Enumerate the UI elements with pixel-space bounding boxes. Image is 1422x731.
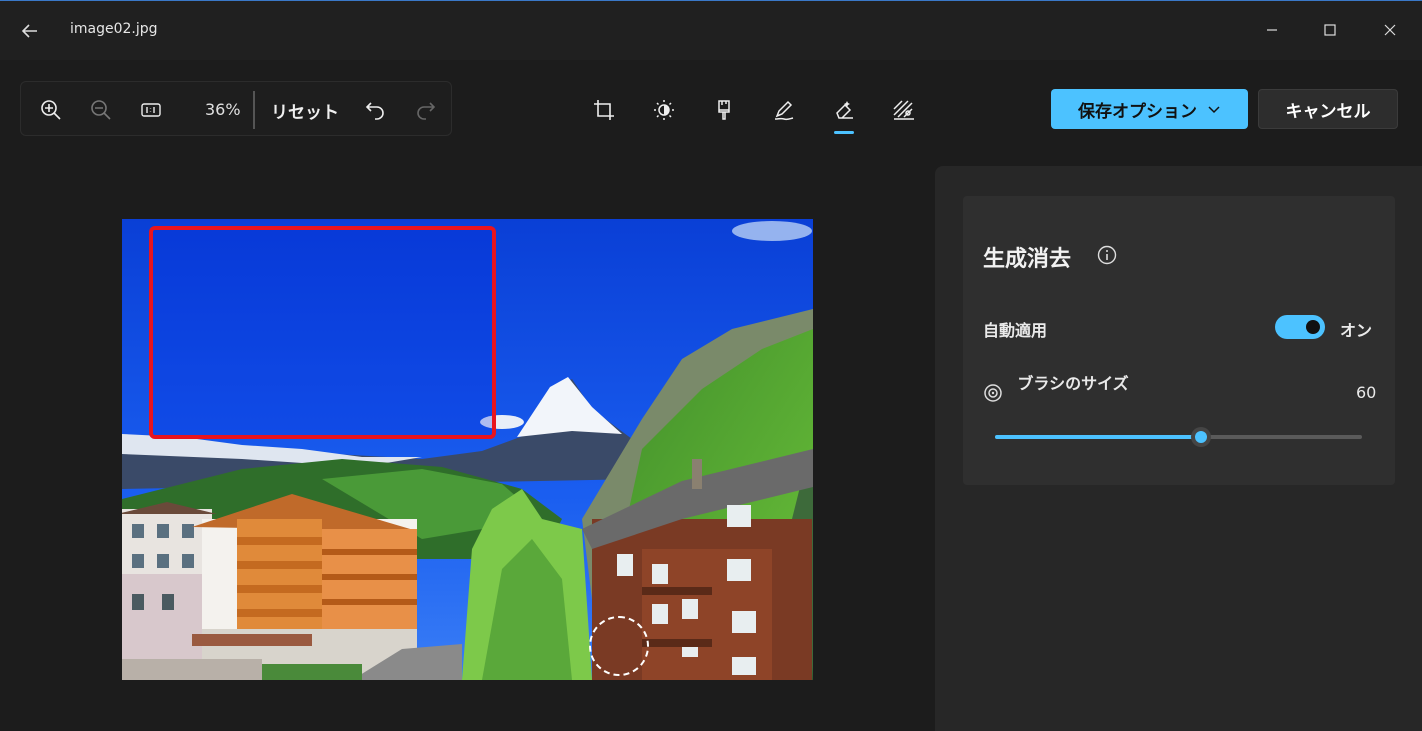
title-bar: image02.jpg (0, 0, 1422, 60)
auto-apply-state: オン (1340, 321, 1373, 340)
close-button[interactable] (1375, 15, 1405, 45)
markup-icon (774, 100, 794, 121)
brush-size-value: 60 (1356, 383, 1377, 402)
crop-icon (594, 100, 614, 120)
markup-tool[interactable] (768, 94, 800, 126)
save-options-button[interactable]: 保存オプション (1051, 89, 1248, 129)
auto-apply-toggle[interactable] (1275, 315, 1325, 339)
crop-tool[interactable] (588, 94, 620, 126)
chevron-down-icon (1208, 106, 1220, 114)
toolbar-divider (253, 91, 255, 129)
actual-size-icon (141, 103, 161, 117)
zoom-in-icon (41, 100, 61, 120)
brush-cursor (589, 616, 649, 676)
back-arrow-icon (21, 24, 37, 38)
brightness-icon (654, 100, 674, 120)
active-tool-indicator (834, 131, 854, 134)
background-icon (893, 100, 914, 120)
minimize-button[interactable] (1257, 15, 1287, 45)
target-icon (984, 384, 1002, 402)
save-options-label: 保存オプション (1078, 101, 1197, 122)
background-tool[interactable] (888, 94, 920, 126)
brush-size-slider[interactable] (995, 427, 1362, 447)
back-button[interactable] (16, 17, 44, 45)
undo-button[interactable] (361, 95, 391, 125)
brush-size-label: ブラシのサイズ (1017, 374, 1129, 393)
slider-fill (995, 435, 1201, 439)
redo-icon (417, 102, 436, 120)
view-toolbar: 36% リセット (20, 81, 452, 136)
slider-thumb[interactable] (1190, 427, 1211, 447)
minimize-icon (1267, 29, 1277, 31)
window-title: image02.jpg (70, 21, 158, 37)
zoom-level: 36% (205, 100, 241, 119)
generative-erase-card: 生成消去 自動適用 オン ブラシのサイズ 60 (963, 196, 1395, 485)
auto-apply-label: 自動適用 (983, 321, 1048, 340)
panel-title: 生成消去 (983, 247, 1072, 272)
erase-icon (836, 101, 853, 119)
redo-button[interactable] (410, 95, 440, 125)
maximize-button[interactable] (1315, 15, 1345, 45)
filter-tool[interactable] (708, 94, 740, 126)
undo-icon (365, 102, 384, 120)
toggle-knob (1306, 320, 1320, 334)
zoom-out-icon (91, 100, 111, 120)
zoom-in-button[interactable] (36, 95, 66, 125)
cancel-button[interactable]: キャンセル (1258, 89, 1398, 129)
generative-erase-tool[interactable] (828, 94, 860, 126)
reset-button[interactable]: リセット (271, 98, 339, 123)
zoom-out-button[interactable] (86, 95, 116, 125)
brush-icon (718, 100, 730, 120)
close-icon (1384, 24, 1396, 36)
erase-selection-area[interactable] (149, 226, 496, 439)
info-icon[interactable] (1096, 244, 1118, 266)
actual-size-button[interactable] (136, 95, 166, 125)
adjust-tool[interactable] (648, 94, 680, 126)
maximize-icon (1324, 24, 1336, 36)
